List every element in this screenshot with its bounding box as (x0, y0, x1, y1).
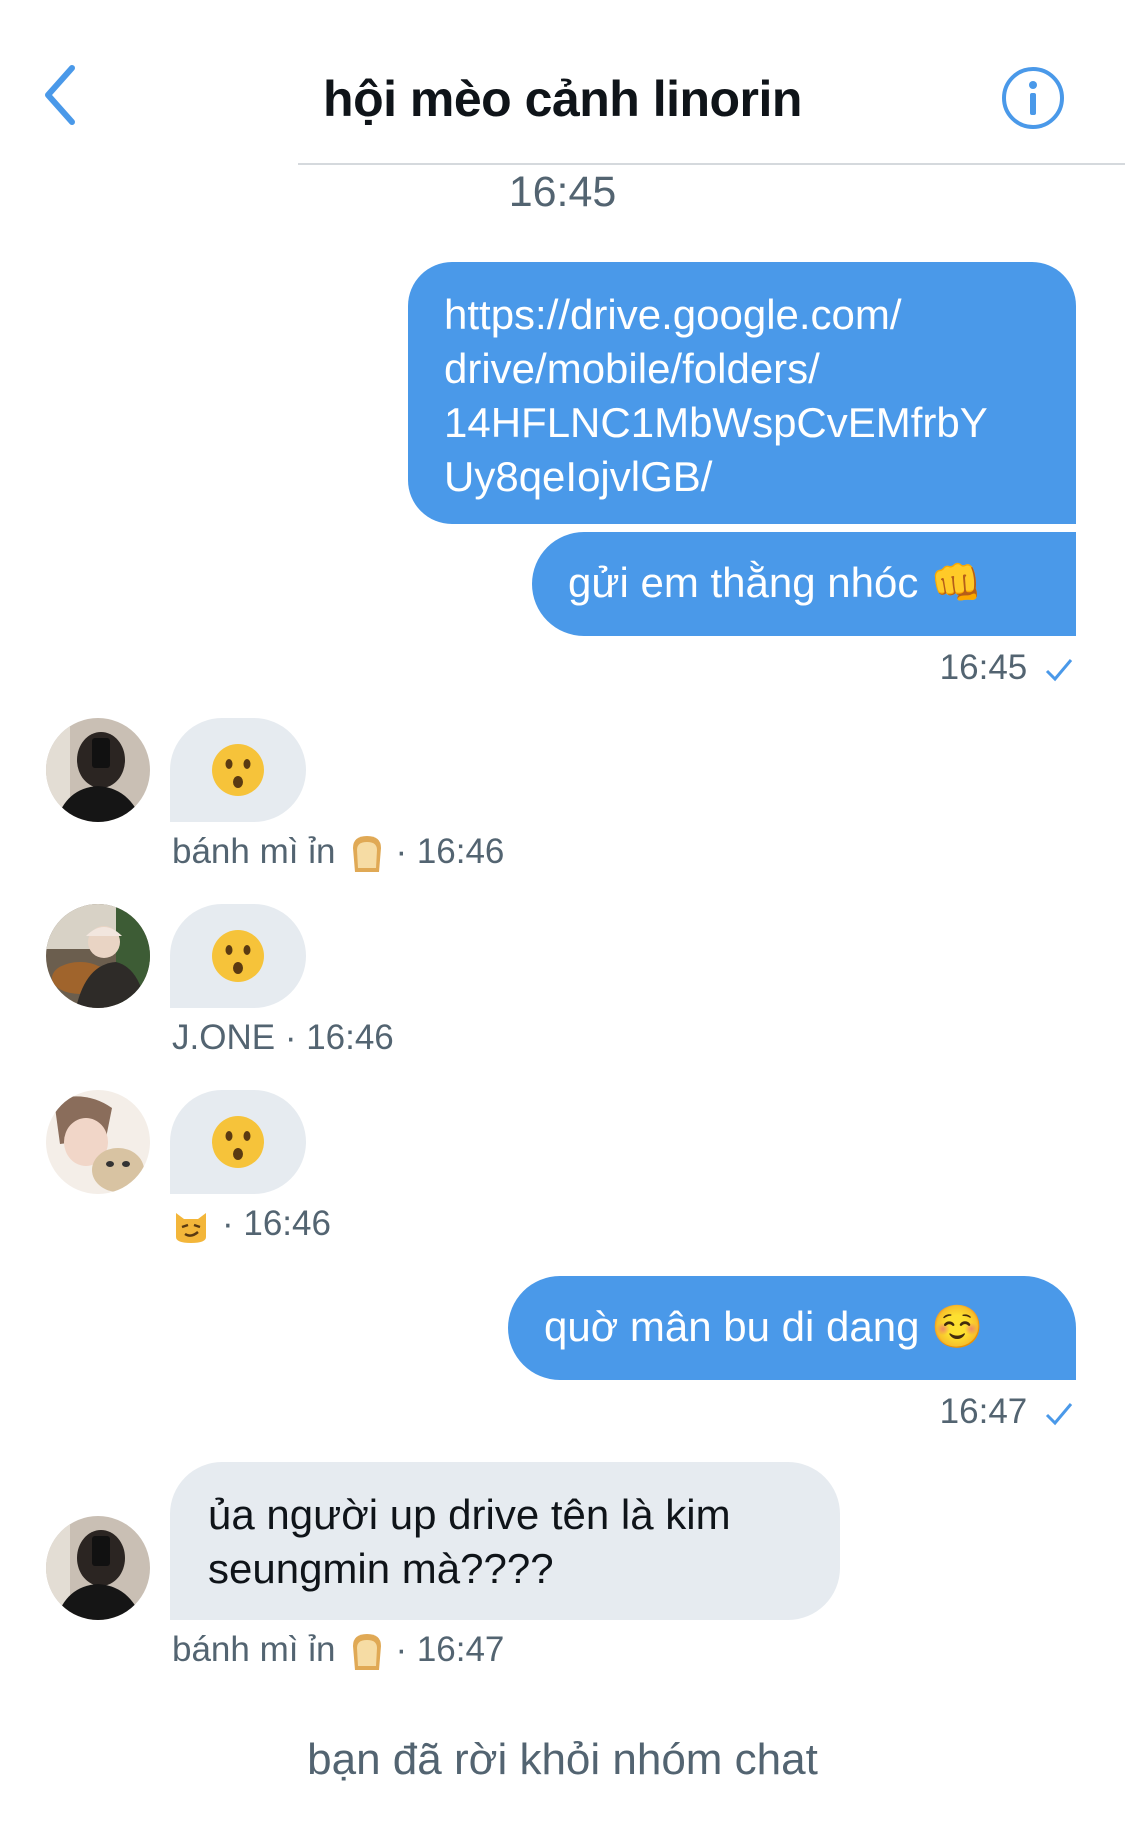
avatar[interactable] (46, 904, 150, 1008)
bread-emoji (353, 1633, 382, 1670)
message-time: · 16:46 (395, 832, 505, 871)
link-line: 14HFLNC1MbWspCvEMfrbY (444, 399, 988, 446)
outgoing-text-message[interactable]: quờ mân bu di dang ☺️ (508, 1276, 1076, 1380)
message-time: · 16:47 (395, 1630, 505, 1669)
message-meta: J.ONE · 16:46 (172, 1018, 394, 1058)
message-line: seungmin mà???? (208, 1545, 554, 1592)
sender-name: bánh mì ỉn (172, 832, 336, 871)
message-time: 16:47 (940, 1392, 1073, 1432)
reaction-message[interactable] (170, 904, 306, 1008)
message-meta: bánh mì ỉn · 16:47 (172, 1630, 504, 1672)
hushed-face-emoji (210, 742, 266, 811)
reaction-message[interactable] (170, 718, 306, 822)
link-line: Uy8qeIojvlGB/ (444, 453, 713, 500)
message-time: 16:45 (940, 648, 1073, 688)
bread-emoji (353, 835, 382, 872)
info-circle-icon[interactable] (1001, 66, 1065, 130)
time-separator: 16:45 (508, 168, 617, 216)
message-line: ủa người up drive tên là kim (208, 1491, 731, 1538)
sender-name: bánh mì ỉn (172, 1630, 336, 1669)
message-time: · 16:46 (222, 1204, 331, 1243)
sent-check-icon (1045, 658, 1073, 681)
avatar[interactable] (46, 1090, 150, 1194)
message-meta: · 16:46 (172, 1204, 331, 1245)
message-meta: bánh mì ỉn · 16:46 (172, 832, 504, 874)
message-text: gửi em thằng nhóc 👊 (568, 559, 983, 606)
sent-check-icon (1045, 1402, 1073, 1425)
outgoing-link-message[interactable]: https://drive.google.com/ drive/mobile/f… (408, 262, 1076, 524)
incoming-text-message[interactable]: ủa người up drive tên là kim seungmin mà… (170, 1462, 840, 1620)
header-divider (298, 163, 1125, 165)
left-group-notice: bạn đã rời khỏi nhóm chat (307, 1735, 818, 1784)
smirking-cat-emoji (176, 1212, 206, 1243)
conversation-title: hội mèo cảnh linorin (323, 71, 802, 127)
link-line: drive/mobile/folders/ (444, 345, 820, 392)
reaction-message[interactable] (170, 1090, 306, 1194)
message-text: quờ mân bu di dang ☺️ (544, 1303, 984, 1350)
outgoing-text-message[interactable]: gửi em thằng nhóc 👊 (532, 532, 1076, 636)
hushed-face-emoji (210, 1114, 266, 1183)
avatar[interactable] (46, 1516, 150, 1620)
message-time: · 16:46 (284, 1018, 394, 1057)
avatar[interactable] (46, 718, 150, 822)
sender-name: J.ONE (172, 1018, 276, 1057)
link-line: https://drive.google.com/ (444, 291, 902, 338)
conversation-header: hội mèo cảnh linorin (0, 0, 1125, 165)
hushed-face-emoji (210, 928, 266, 997)
